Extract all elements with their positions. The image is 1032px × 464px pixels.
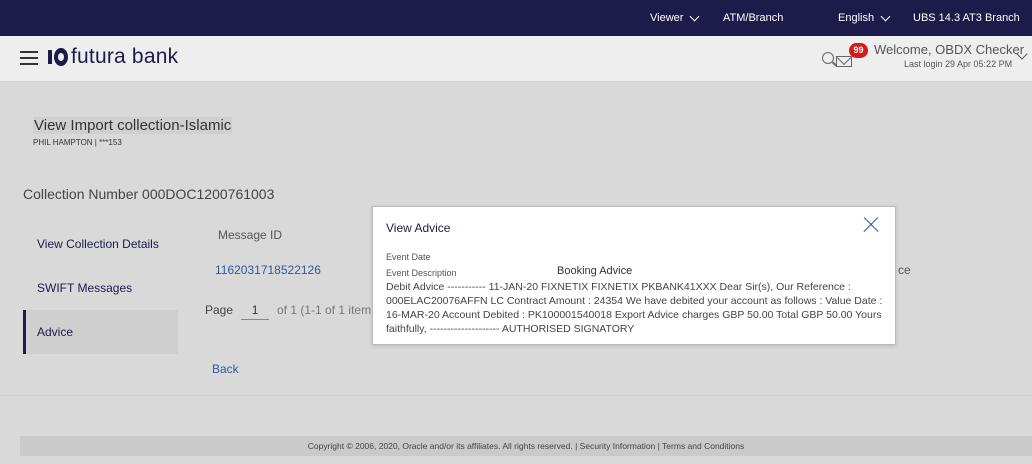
hamburger-menu-icon[interactable] bbox=[20, 51, 38, 65]
notification-badge: 99 bbox=[849, 43, 868, 58]
modal-title: View Advice bbox=[386, 221, 451, 235]
page-title: View Import collection-Islamic bbox=[33, 117, 233, 134]
event-description-value: Booking Advice bbox=[557, 265, 633, 277]
viewer-dropdown[interactable]: Viewer bbox=[650, 11, 700, 24]
logo-text: futura bank bbox=[71, 45, 179, 68]
nav-item-swift-messages[interactable]: SWIFT Messages bbox=[23, 266, 178, 310]
close-icon[interactable] bbox=[863, 217, 879, 233]
page-of-text: of 1 (1-1 of 1 item bbox=[277, 303, 372, 317]
bank-logo[interactable]: futura bank bbox=[48, 45, 178, 69]
language-dropdown[interactable]: English bbox=[838, 11, 891, 24]
viewer-label: Viewer bbox=[650, 12, 684, 24]
collection-number: Collection Number 000DOC1200761003 bbox=[23, 186, 275, 202]
page-label: Page bbox=[205, 303, 234, 317]
divider bbox=[0, 395, 1032, 396]
pagination: Page 1 of 1 (1-1 of 1 item bbox=[205, 300, 371, 320]
welcome-text[interactable]: Welcome, OBDX Checker bbox=[874, 42, 1024, 57]
page-number-input[interactable]: 1 bbox=[241, 300, 270, 320]
atm-branch-link[interactable]: ATM/Branch bbox=[723, 12, 783, 24]
nav-item-advice[interactable]: Advice bbox=[23, 310, 178, 354]
message-id-header: Message ID bbox=[218, 228, 283, 242]
search-icon[interactable] bbox=[822, 52, 834, 64]
back-link[interactable]: Back bbox=[212, 362, 239, 376]
view-advice-modal: View Advice Event Date Event Description… bbox=[372, 206, 896, 345]
event-date-label: Event Date bbox=[386, 252, 431, 262]
side-nav: View Collection Details SWIFT Messages A… bbox=[23, 222, 178, 354]
event-description-label: Event Description bbox=[386, 268, 457, 278]
chevron-down-icon bbox=[880, 11, 891, 21]
branch-selector[interactable]: UBS 14.3 AT3 Branch bbox=[913, 12, 1020, 24]
advice-body-text: Debit Advice ----------- 11-JAN-20 FIXNE… bbox=[386, 281, 883, 335]
last-login-text: Last login 29 Apr 05:22 PM bbox=[904, 59, 1013, 69]
logo-mark-icon bbox=[48, 47, 68, 67]
mail-icon[interactable] bbox=[836, 56, 852, 67]
chevron-down-icon bbox=[689, 11, 700, 21]
branch-label: UBS 14.3 AT3 Branch bbox=[913, 12, 1020, 24]
partial-column-text: ce bbox=[898, 263, 911, 277]
top-bar: Viewer ATM/Branch English UBS 14.3 AT3 B… bbox=[0, 0, 1032, 36]
footer-text: Copyright © 2006, 2020, Oracle and/or it… bbox=[20, 436, 1032, 456]
language-label: English bbox=[838, 12, 875, 24]
atm-branch-label: ATM/Branch bbox=[723, 12, 784, 24]
message-id-link[interactable]: 1162031718522126 bbox=[215, 263, 321, 277]
nav-item-view-collection-details[interactable]: View Collection Details bbox=[23, 222, 178, 266]
page-subtitle: PHIL HAMPTON | ***153 bbox=[33, 138, 122, 147]
